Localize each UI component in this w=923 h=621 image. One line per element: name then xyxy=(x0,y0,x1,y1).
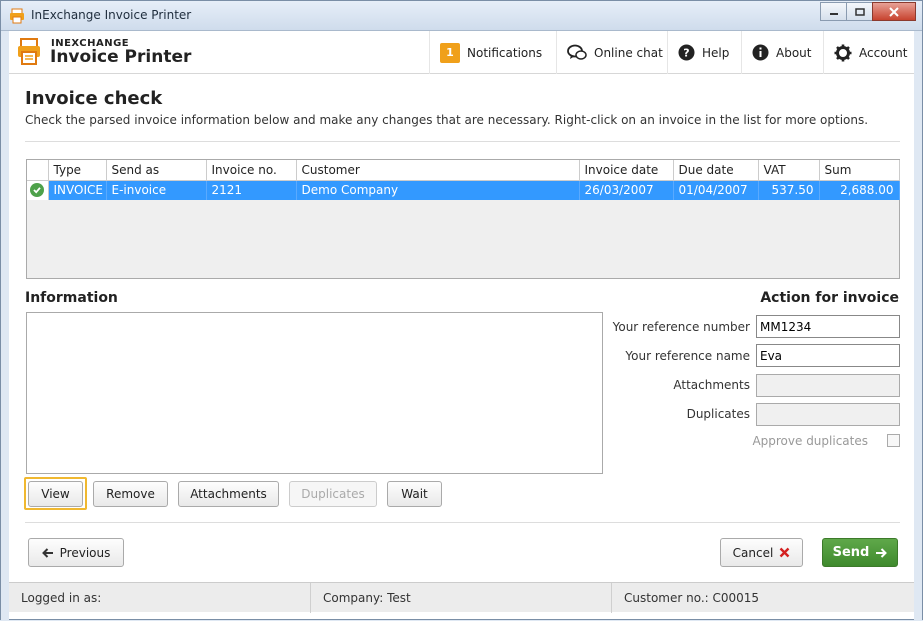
page-title: Invoice check xyxy=(25,88,163,109)
duplicates-field xyxy=(756,403,900,426)
nav-notifications-label: Notifications xyxy=(467,45,543,60)
row-status-cell xyxy=(27,180,49,200)
status-company: Company: Test xyxy=(311,583,612,613)
wait-button-label: Wait xyxy=(401,487,428,501)
send-button-label: Send xyxy=(832,545,870,560)
send-button[interactable]: Send xyxy=(822,538,898,567)
chat-bubble-icon xyxy=(567,44,587,60)
arrow-right-icon xyxy=(876,547,888,558)
maximize-button[interactable] xyxy=(846,2,873,21)
attachments-button-label: Attachments xyxy=(190,487,267,501)
cell-customer: Demo Company xyxy=(296,180,580,200)
column-header-invoice-no[interactable]: Invoice no. xyxy=(206,160,297,181)
invoice-table[interactable]: Type Send as Invoice no. Customer Invoic… xyxy=(26,159,900,279)
column-header-status[interactable] xyxy=(27,160,49,181)
brand-product: Invoice Printer xyxy=(50,47,192,67)
page-description: Check the parsed invoice information bel… xyxy=(25,113,869,127)
nav-about-label: About xyxy=(776,45,812,60)
reference-name-field[interactable] xyxy=(756,344,900,367)
approve-duplicates-checkbox[interactable] xyxy=(887,434,900,447)
reference-number-field[interactable] xyxy=(756,315,900,338)
app-window: InExchange Invoice Printer INEXCHANGE In… xyxy=(0,0,923,621)
minimize-icon xyxy=(829,12,838,15)
top-navigation: INEXCHANGE Invoice Printer 1 Notificatio… xyxy=(9,31,914,74)
table-row[interactable]: INVOICE E-invoice 2121 Demo Company 26/0… xyxy=(27,180,900,200)
nav-about[interactable]: About xyxy=(741,31,823,74)
close-icon xyxy=(779,547,790,558)
close-button[interactable] xyxy=(872,2,916,21)
table-header-row: Type Send as Invoice no. Customer Invoic… xyxy=(27,160,900,181)
printer-app-icon xyxy=(10,8,24,24)
column-header-sum[interactable]: Sum xyxy=(819,160,900,181)
attachments-button[interactable]: Attachments xyxy=(178,481,279,507)
cell-type: INVOICE xyxy=(48,180,107,200)
remove-button[interactable]: Remove xyxy=(93,481,168,507)
duplicates-label: Duplicates xyxy=(686,407,750,421)
nav-notifications[interactable]: 1 Notifications xyxy=(429,31,556,74)
inexchange-logo-icon xyxy=(18,38,40,65)
nav-online-chat[interactable]: Online chat xyxy=(556,31,667,74)
duplicates-button[interactable]: Duplicates xyxy=(289,481,377,507)
cell-invoice-no: 2121 xyxy=(206,180,297,200)
gear-icon xyxy=(834,44,852,61)
arrow-left-icon xyxy=(41,547,53,558)
cell-vat: 537.50 xyxy=(758,180,820,200)
cell-send-as: E-invoice xyxy=(106,180,207,200)
cell-invoice-date: 26/03/2007 xyxy=(579,180,674,200)
divider xyxy=(25,141,900,142)
attachments-field xyxy=(756,374,900,397)
svg-text:?: ? xyxy=(683,47,689,60)
status-logged-in: Logged in as: xyxy=(9,583,311,613)
reference-name-label: Your reference name xyxy=(625,349,750,363)
nav-online-chat-label: Online chat xyxy=(594,45,663,60)
column-header-send-as[interactable]: Send as xyxy=(106,160,207,181)
divider xyxy=(25,522,900,523)
nav-account-label: Account xyxy=(859,45,908,60)
minimize-button[interactable] xyxy=(820,2,847,21)
view-button[interactable]: View xyxy=(28,481,83,507)
cancel-button-label: Cancel xyxy=(732,545,774,560)
column-header-due-date[interactable]: Due date xyxy=(673,160,759,181)
column-header-invoice-date[interactable]: Invoice date xyxy=(579,160,674,181)
reference-number-label: Your reference number xyxy=(612,320,750,334)
attachments-label: Attachments xyxy=(673,378,750,392)
column-header-customer[interactable]: Customer xyxy=(296,160,580,181)
window-title: InExchange Invoice Printer xyxy=(31,8,192,22)
previous-button-label: Previous xyxy=(59,545,111,560)
window-controls xyxy=(820,2,916,21)
cell-due-date: 01/04/2007 xyxy=(673,180,759,200)
nav-account[interactable]: Account xyxy=(823,31,914,74)
remove-button-label: Remove xyxy=(106,487,155,501)
previous-button[interactable]: Previous xyxy=(28,538,124,567)
duplicates-button-label: Duplicates xyxy=(301,487,365,501)
window-frame-left xyxy=(1,31,9,621)
column-header-type[interactable]: Type xyxy=(48,160,107,181)
close-icon xyxy=(889,6,899,17)
info-icon xyxy=(752,44,769,61)
action-heading: Action for invoice xyxy=(760,290,899,306)
title-bar[interactable]: InExchange Invoice Printer xyxy=(1,1,922,31)
nav-help-label: Help xyxy=(702,45,730,60)
checkmark-icon xyxy=(30,183,45,198)
information-heading: Information xyxy=(25,290,118,306)
wait-button[interactable]: Wait xyxy=(387,481,442,507)
status-customer-no: Customer no.: C00015 xyxy=(624,591,760,605)
cell-sum: 2,688.00 xyxy=(819,180,900,200)
cancel-button[interactable]: Cancel xyxy=(720,538,803,567)
window-frame-right xyxy=(914,31,922,621)
approve-duplicates-label: Approve duplicates xyxy=(752,434,868,448)
view-button-label: View xyxy=(41,487,70,501)
nav-help[interactable]: ? Help xyxy=(667,31,741,74)
information-panel[interactable] xyxy=(26,312,603,474)
status-bar: Logged in as: Company: Test Customer no.… xyxy=(9,582,914,613)
column-header-vat[interactable]: VAT xyxy=(758,160,820,181)
maximize-icon xyxy=(854,7,865,16)
help-icon: ? xyxy=(678,44,695,61)
notifications-badge: 1 xyxy=(440,42,460,63)
